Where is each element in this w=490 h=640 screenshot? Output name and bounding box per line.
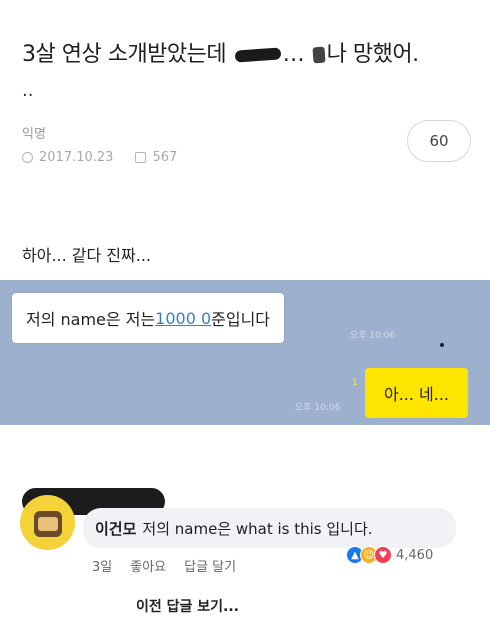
comment-count-button[interactable]: 60 — [407, 120, 471, 162]
dot-mark — [440, 343, 444, 347]
left-message-time: 오후 10:06 — [350, 331, 396, 341]
post-author: 익명 — [22, 127, 46, 142]
reactions[interactable]: ▲ ☺ ♥ 4,460 — [346, 546, 433, 564]
comment-bubble: 이건모 저의 name은 what is this 입니다. — [83, 508, 456, 548]
left-message-suffix: 준입니다 — [211, 310, 271, 329]
redaction-scribble-small — [312, 46, 326, 64]
like-button[interactable]: 좋아요 — [130, 556, 166, 575]
views-icon — [135, 152, 147, 163]
unread-count: 1 — [352, 378, 358, 388]
love-reaction-icon: ♥ — [374, 546, 392, 564]
left-message-link[interactable]: 1000 0 — [155, 309, 211, 328]
left-message-prefix: 저의 name은 저는 — [26, 310, 156, 329]
comment-actions: 3일 좋아요 답글 달기 — [92, 556, 254, 575]
title-continuation: .. — [22, 80, 34, 101]
redaction-scribble — [234, 47, 282, 63]
chat-bubble-left: 저의 name은 저는 1000 0 준입니다 — [12, 293, 285, 343]
reply-button[interactable]: 답글 달기 — [184, 556, 236, 575]
chat-screenshot: 저의 name은 저는 1000 0 준입니다 오후 10:06 1 오후 10… — [0, 280, 490, 425]
comment-text: 저의 name은 what is this 입니다. — [142, 519, 373, 538]
chat-bubble-right: 아... 네... — [365, 368, 468, 418]
reaction-count: 4,460 — [396, 547, 434, 563]
title-part2: … — [282, 42, 305, 67]
post-date: 2017.10.23 — [39, 150, 114, 165]
comment-time: 3일 — [92, 560, 113, 575]
avatar-face — [38, 517, 58, 531]
previous-replies-link[interactable]: 이전 답글 보기... — [136, 596, 239, 616]
post-body: 하아... 같다 진짜... — [22, 246, 152, 265]
title-part1: 3살 연상 소개받았는데 — [22, 42, 227, 67]
post-views: 567 — [152, 150, 178, 165]
right-message-time: 오후 10:06 — [295, 403, 341, 413]
title-part3: 나 망했어. — [326, 42, 419, 67]
clock-icon — [22, 152, 33, 163]
post-title: 3살 연상 소개받았는데 … 나 망했어. — [22, 40, 477, 70]
avatar[interactable] — [20, 495, 75, 550]
post-meta: 2017.10.23 567 — [22, 150, 177, 165]
comment-author[interactable]: 이건모 — [95, 518, 136, 539]
